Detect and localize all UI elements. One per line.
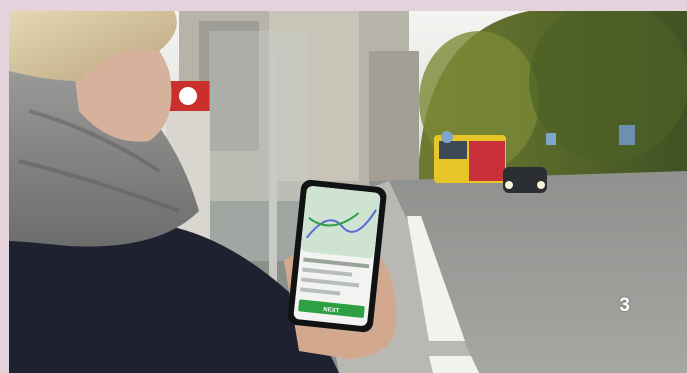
street-photo: NEXT — [9, 11, 687, 373]
page-number: 3 — [619, 295, 630, 316]
map-area — [300, 186, 381, 259]
car — [503, 167, 547, 193]
smartphone: NEXT — [287, 179, 387, 333]
photo-frame: NEXT 3 — [9, 11, 687, 373]
